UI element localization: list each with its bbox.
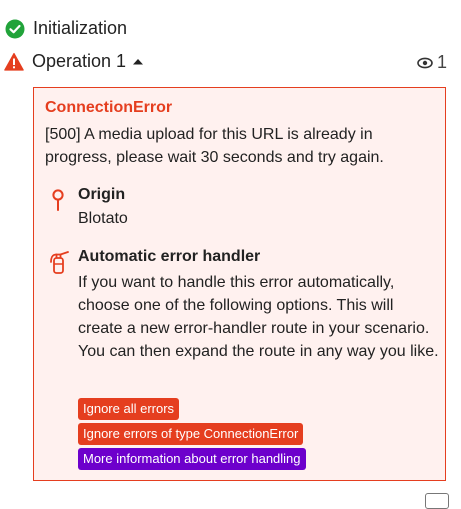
origin-value: Blotato [78, 210, 128, 227]
error-handling-info-button[interactable]: More information about error handling [78, 448, 306, 470]
error-type: ConnectionError [45, 99, 173, 116]
step-title: Operation 1 [32, 51, 127, 71]
step-operation-1[interactable]: Operation 1 [0, 51, 144, 72]
scroll-control[interactable] [425, 493, 449, 509]
operations-counter[interactable]: 1 [417, 52, 447, 73]
step-initialization[interactable]: Initialization [0, 18, 127, 39]
origin-title: Origin [78, 186, 126, 203]
step-title: Initialization [33, 18, 128, 38]
check-circle-icon [5, 19, 25, 38]
error-message: [500] A media upload for this URL is alr… [45, 126, 384, 166]
error-panel: ConnectionError [500] A media upload for… [33, 87, 446, 481]
fire-extinguisher-icon [50, 251, 69, 274]
ignore-connection-errors-button[interactable]: Ignore errors of type ConnectionError [78, 423, 304, 445]
error-handler-description: If you want to handle this error automat… [78, 274, 439, 360]
error-handler-title: Automatic error handler [78, 248, 261, 265]
eye-icon [417, 57, 433, 68]
operations-count: 1 [436, 52, 447, 72]
ignore-all-errors-button[interactable]: Ignore all errors [78, 398, 180, 420]
caret-up-icon[interactable] [132, 57, 144, 67]
pin-icon [52, 189, 64, 211]
warning-triangle-icon [4, 52, 24, 71]
